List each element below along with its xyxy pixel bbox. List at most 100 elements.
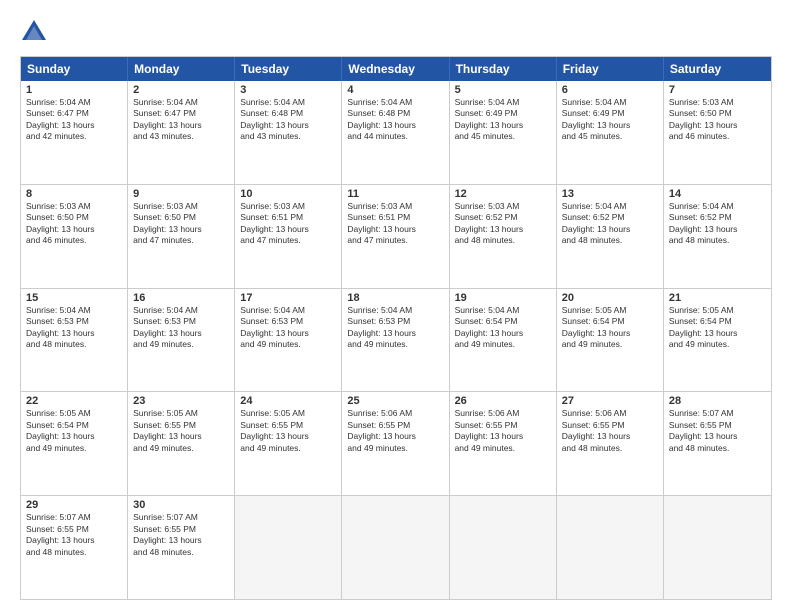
calendar-body: 1Sunrise: 5:04 AMSunset: 6:47 PMDaylight… (21, 81, 771, 599)
day-number: 17 (240, 292, 336, 304)
cell-info-line: Sunrise: 5:03 AM (26, 201, 122, 212)
cell-info-line: Sunset: 6:50 PM (133, 212, 229, 223)
cell-info-line: Sunset: 6:53 PM (240, 316, 336, 327)
cell-info-line: Daylight: 13 hours (26, 224, 122, 235)
header-cell-friday: Friday (557, 57, 664, 81)
cell-info-line: and 47 minutes. (240, 235, 336, 246)
cell-info-line: and 48 minutes. (562, 443, 658, 454)
calendar-cell: 18Sunrise: 5:04 AMSunset: 6:53 PMDayligh… (342, 289, 449, 392)
cell-info-line: Sunrise: 5:04 AM (669, 201, 766, 212)
day-number: 20 (562, 292, 658, 304)
cell-info-line: Daylight: 13 hours (133, 120, 229, 131)
cell-info-line: and 49 minutes. (347, 339, 443, 350)
header-cell-sunday: Sunday (21, 57, 128, 81)
cell-info-line: Sunset: 6:50 PM (26, 212, 122, 223)
cell-info-line: Daylight: 13 hours (347, 328, 443, 339)
day-number: 29 (26, 499, 122, 511)
cell-info-line: and 43 minutes. (240, 131, 336, 142)
cell-info-line: Sunset: 6:52 PM (562, 212, 658, 223)
cell-info-line: Daylight: 13 hours (26, 431, 122, 442)
cell-info-line: and 43 minutes. (133, 131, 229, 142)
cell-info-line: Daylight: 13 hours (26, 328, 122, 339)
cell-info-line: Daylight: 13 hours (240, 224, 336, 235)
calendar-cell: 4Sunrise: 5:04 AMSunset: 6:48 PMDaylight… (342, 81, 449, 184)
cell-info-line: and 49 minutes. (347, 443, 443, 454)
cell-info-line: Sunset: 6:48 PM (347, 108, 443, 119)
calendar-row-2: 15Sunrise: 5:04 AMSunset: 6:53 PMDayligh… (21, 288, 771, 392)
cell-info-line: and 44 minutes. (347, 131, 443, 142)
cell-info-line: Daylight: 13 hours (26, 120, 122, 131)
calendar-cell: 11Sunrise: 5:03 AMSunset: 6:51 PMDayligh… (342, 185, 449, 288)
day-number: 8 (26, 188, 122, 200)
calendar-cell: 30Sunrise: 5:07 AMSunset: 6:55 PMDayligh… (128, 496, 235, 599)
cell-info-line: Sunrise: 5:04 AM (240, 305, 336, 316)
cell-info-line: Sunrise: 5:04 AM (347, 97, 443, 108)
cell-info-line: Daylight: 13 hours (562, 120, 658, 131)
calendar-cell: 10Sunrise: 5:03 AMSunset: 6:51 PMDayligh… (235, 185, 342, 288)
cell-info-line: Sunrise: 5:07 AM (133, 512, 229, 523)
calendar-cell: 22Sunrise: 5:05 AMSunset: 6:54 PMDayligh… (21, 392, 128, 495)
calendar-cell: 13Sunrise: 5:04 AMSunset: 6:52 PMDayligh… (557, 185, 664, 288)
cell-info-line: and 48 minutes. (669, 443, 766, 454)
day-number: 23 (133, 395, 229, 407)
cell-info-line: Sunset: 6:55 PM (347, 420, 443, 431)
day-number: 22 (26, 395, 122, 407)
calendar-cell: 15Sunrise: 5:04 AMSunset: 6:53 PMDayligh… (21, 289, 128, 392)
cell-info-line: Sunrise: 5:05 AM (240, 408, 336, 419)
calendar-cell: 16Sunrise: 5:04 AMSunset: 6:53 PMDayligh… (128, 289, 235, 392)
cell-info-line: Daylight: 13 hours (455, 224, 551, 235)
cell-info-line: Daylight: 13 hours (133, 328, 229, 339)
logo (20, 18, 52, 46)
cell-info-line: Sunset: 6:50 PM (669, 108, 766, 119)
day-number: 2 (133, 84, 229, 96)
cell-info-line: Sunset: 6:55 PM (133, 420, 229, 431)
calendar-cell (235, 496, 342, 599)
cell-info-line: Sunrise: 5:05 AM (26, 408, 122, 419)
cell-info-line: Sunrise: 5:03 AM (347, 201, 443, 212)
day-number: 9 (133, 188, 229, 200)
calendar-cell: 5Sunrise: 5:04 AMSunset: 6:49 PMDaylight… (450, 81, 557, 184)
cell-info-line: and 49 minutes. (133, 339, 229, 350)
cell-info-line: Sunrise: 5:04 AM (26, 305, 122, 316)
cell-info-line: Daylight: 13 hours (455, 120, 551, 131)
cell-info-line: Daylight: 13 hours (669, 431, 766, 442)
calendar-cell: 20Sunrise: 5:05 AMSunset: 6:54 PMDayligh… (557, 289, 664, 392)
cell-info-line: Sunrise: 5:04 AM (455, 305, 551, 316)
cell-info-line: Sunset: 6:54 PM (562, 316, 658, 327)
cell-info-line: Sunset: 6:48 PM (240, 108, 336, 119)
cell-info-line: Daylight: 13 hours (562, 431, 658, 442)
cell-info-line: and 48 minutes. (455, 235, 551, 246)
cell-info-line: Daylight: 13 hours (669, 120, 766, 131)
header-cell-tuesday: Tuesday (235, 57, 342, 81)
cell-info-line: Daylight: 13 hours (347, 120, 443, 131)
cell-info-line: and 48 minutes. (562, 235, 658, 246)
calendar-cell: 23Sunrise: 5:05 AMSunset: 6:55 PMDayligh… (128, 392, 235, 495)
day-number: 7 (669, 84, 766, 96)
cell-info-line: Daylight: 13 hours (133, 535, 229, 546)
calendar-cell: 26Sunrise: 5:06 AMSunset: 6:55 PMDayligh… (450, 392, 557, 495)
cell-info-line: Sunrise: 5:04 AM (562, 201, 658, 212)
day-number: 5 (455, 84, 551, 96)
cell-info-line: and 48 minutes. (669, 235, 766, 246)
cell-info-line: and 45 minutes. (455, 131, 551, 142)
day-number: 21 (669, 292, 766, 304)
cell-info-line: Sunset: 6:49 PM (562, 108, 658, 119)
calendar-cell: 17Sunrise: 5:04 AMSunset: 6:53 PMDayligh… (235, 289, 342, 392)
cell-info-line: Daylight: 13 hours (240, 431, 336, 442)
day-number: 15 (26, 292, 122, 304)
cell-info-line: Sunset: 6:53 PM (133, 316, 229, 327)
calendar-cell: 1Sunrise: 5:04 AMSunset: 6:47 PMDaylight… (21, 81, 128, 184)
cell-info-line: Daylight: 13 hours (347, 224, 443, 235)
cell-info-line: Sunrise: 5:06 AM (562, 408, 658, 419)
cell-info-line: Daylight: 13 hours (133, 224, 229, 235)
logo-icon (20, 18, 48, 46)
cell-info-line: Daylight: 13 hours (669, 328, 766, 339)
cell-info-line: Sunrise: 5:04 AM (26, 97, 122, 108)
cell-info-line: Sunset: 6:47 PM (26, 108, 122, 119)
calendar-cell: 25Sunrise: 5:06 AMSunset: 6:55 PMDayligh… (342, 392, 449, 495)
cell-info-line: Sunrise: 5:07 AM (26, 512, 122, 523)
cell-info-line: and 49 minutes. (26, 443, 122, 454)
cell-info-line: Sunrise: 5:04 AM (133, 97, 229, 108)
cell-info-line: and 49 minutes. (455, 443, 551, 454)
day-number: 12 (455, 188, 551, 200)
